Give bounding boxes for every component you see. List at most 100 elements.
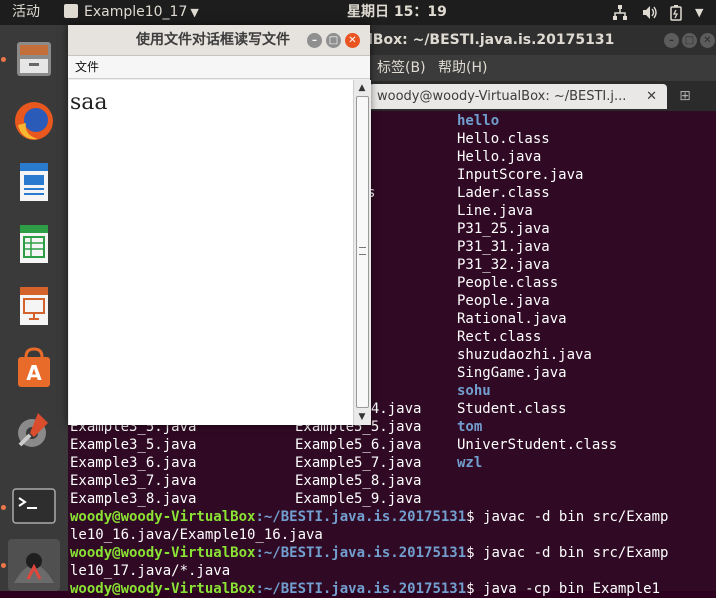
dock: A [0,25,68,591]
listing-entry: Student.class [457,401,567,417]
close-tab-icon[interactable]: ✕ [646,84,657,109]
prompt-user: woody@woody-VirtualBox [70,509,256,525]
impress-icon [20,287,48,325]
grip-icon [359,247,366,255]
listing-directory: hello [457,113,500,129]
vertical-scrollbar[interactable]: ▲ ▼ [353,80,371,425]
java-window-titlebar[interactable]: 使用文件对话框读写文件 – □ ✕ [68,25,370,56]
dock-files[interactable] [8,33,60,85]
calc-icon [20,225,48,263]
clock[interactable]: 星期日 15：19 [347,0,447,25]
running-indicator [1,57,6,62]
prompt-line: woody@woody-VirtualBox:~/BESTI.java.is.2… [70,508,668,526]
chevron-down-icon: ▼ [190,6,199,19]
java-menubar: 文件 [68,56,370,79]
listing-directory: tom [457,419,483,435]
text-area[interactable]: saa [69,80,353,425]
listing-entry: Rect.class [457,329,542,345]
java-app-icon [14,553,54,583]
close-button[interactable]: ✕ [345,33,360,48]
listing-entry: Example5_8.java [295,473,422,489]
top-bar: 活动 Example10_17 ▼ 星期日 15：19 ▼ [0,0,716,25]
command-text: $ java -cp bin Example1 [466,581,661,597]
dock-writer[interactable] [8,157,60,209]
svg-text:A: A [26,361,42,385]
running-indicator [1,563,6,568]
menu-file[interactable]: 文件 [75,56,99,78]
scrollbar-thumb[interactable] [356,96,369,408]
activities-button[interactable]: 活动 [12,0,40,25]
new-tab-icon[interactable]: ⊞ [674,86,696,106]
command-text: $ javac -d bin src/Examp [466,545,669,561]
listing-entry: Hello.java [457,149,542,165]
listing-entry: P31_31.java [457,239,550,255]
firefox-icon [15,102,53,140]
command-continuation: le10_16.java/Example10_16.java [70,527,323,543]
prompt-path: :~/BESTI.java.is.20175131 [255,581,467,597]
listing-entry: Rational.java [457,311,567,327]
terminal-listing-row: Example3_8.java Example5_9.java [68,490,716,508]
scroll-down-arrow-icon[interactable]: ▼ [356,411,368,423]
listing-entry: Example5_6.java [295,437,422,453]
listing-entry: Example3_7.java [70,473,197,489]
listing-entry: InputScore.java [457,167,584,183]
dock-firefox[interactable] [8,95,60,147]
listing-entry: Lader.class [457,185,550,201]
app-menu[interactable]: Example10_17 ▼ [64,0,199,25]
terminal-title: lBox: ~/BESTI.java.is.20175131 [368,32,615,48]
listing-entry: People.class [457,275,559,291]
java-app-icon [64,4,78,18]
listing-entry: SingGame.java [457,365,567,381]
listing-entry: UniverStudent.class [457,437,618,453]
scroll-up-arrow-icon[interactable]: ▲ [356,82,368,94]
terminal-tab-label: woody@woody-VirtualBox: ~/BESTI.j... [377,89,627,104]
dock-software[interactable]: A [8,343,60,395]
listing-entry: Example5_9.java [295,491,422,507]
listing-entry: Line.java [457,203,533,219]
command-text: $ javac -d bin src/Examp [466,509,669,525]
prompt-line: woody@woody-VirtualBox:~/BESTI.java.is.2… [70,580,660,598]
terminal-listing-row: Example3_7.java Example5_8.java [68,472,716,490]
dock-settings[interactable] [8,405,60,457]
battery-icon[interactable] [670,4,682,21]
java-file-dialog-window: 使用文件对话框读写文件 – □ ✕ 文件 saa ▲ ▼ [68,25,371,425]
listing-entry: Example3_5.java [70,437,197,453]
prompt-line: woody@woody-VirtualBox:~/BESTI.java.is.2… [70,544,668,562]
prompt-path: :~/BESTI.java.is.20175131 [255,509,467,525]
files-icon [17,42,51,76]
minimize-button[interactable]: – [307,33,322,48]
listing-directory: sohu [457,383,491,399]
running-indicator [1,505,6,510]
command-continuation: le10_17.java/*.java [70,563,231,579]
listing-entry: Example5_7.java [295,455,422,471]
network-icon[interactable] [612,4,628,21]
listing-entry: P31_32.java [457,257,550,273]
java-window-title: 使用文件对话框读写文件 [136,32,290,48]
dock-java-app[interactable] [8,539,60,591]
volume-icon[interactable] [641,4,659,21]
dock-calc[interactable] [8,219,60,271]
listing-entry: Example3_6.java [70,455,197,471]
menu-help[interactable]: 帮助(H) [438,55,487,81]
settings-icon [18,413,48,447]
maximize-button[interactable]: □ [326,33,341,48]
text-area-content: saa [70,90,108,115]
listing-entry: People.java [457,293,550,309]
terminal-tab[interactable]: woody@woody-VirtualBox: ~/BESTI.j... ✕ [369,84,667,109]
listing-entry: Hello.class [457,131,550,147]
listing-entry: P31_25.java [457,221,550,237]
maximize-button[interactable]: □ [682,33,697,48]
system-menu-arrow-icon[interactable]: ▼ [695,0,703,25]
menu-tabs[interactable]: 标签(B) [377,55,426,81]
listing-directory: wzl [457,455,483,471]
close-button[interactable]: ✕ [700,33,715,48]
prompt-user: woody@woody-VirtualBox [70,545,256,561]
dock-impress[interactable] [8,281,60,333]
minimize-button[interactable]: – [664,33,679,48]
prompt-user: woody@woody-VirtualBox [70,581,256,597]
writer-icon [20,163,48,201]
software-center-icon: A [18,347,50,387]
dock-terminal[interactable] [8,481,60,533]
terminal-listing-row: Example3_5.java Example5_6.java UniverStud… [68,436,716,454]
terminal-listing-row: Example3_6.java Example5_7.java wzl [68,454,716,472]
